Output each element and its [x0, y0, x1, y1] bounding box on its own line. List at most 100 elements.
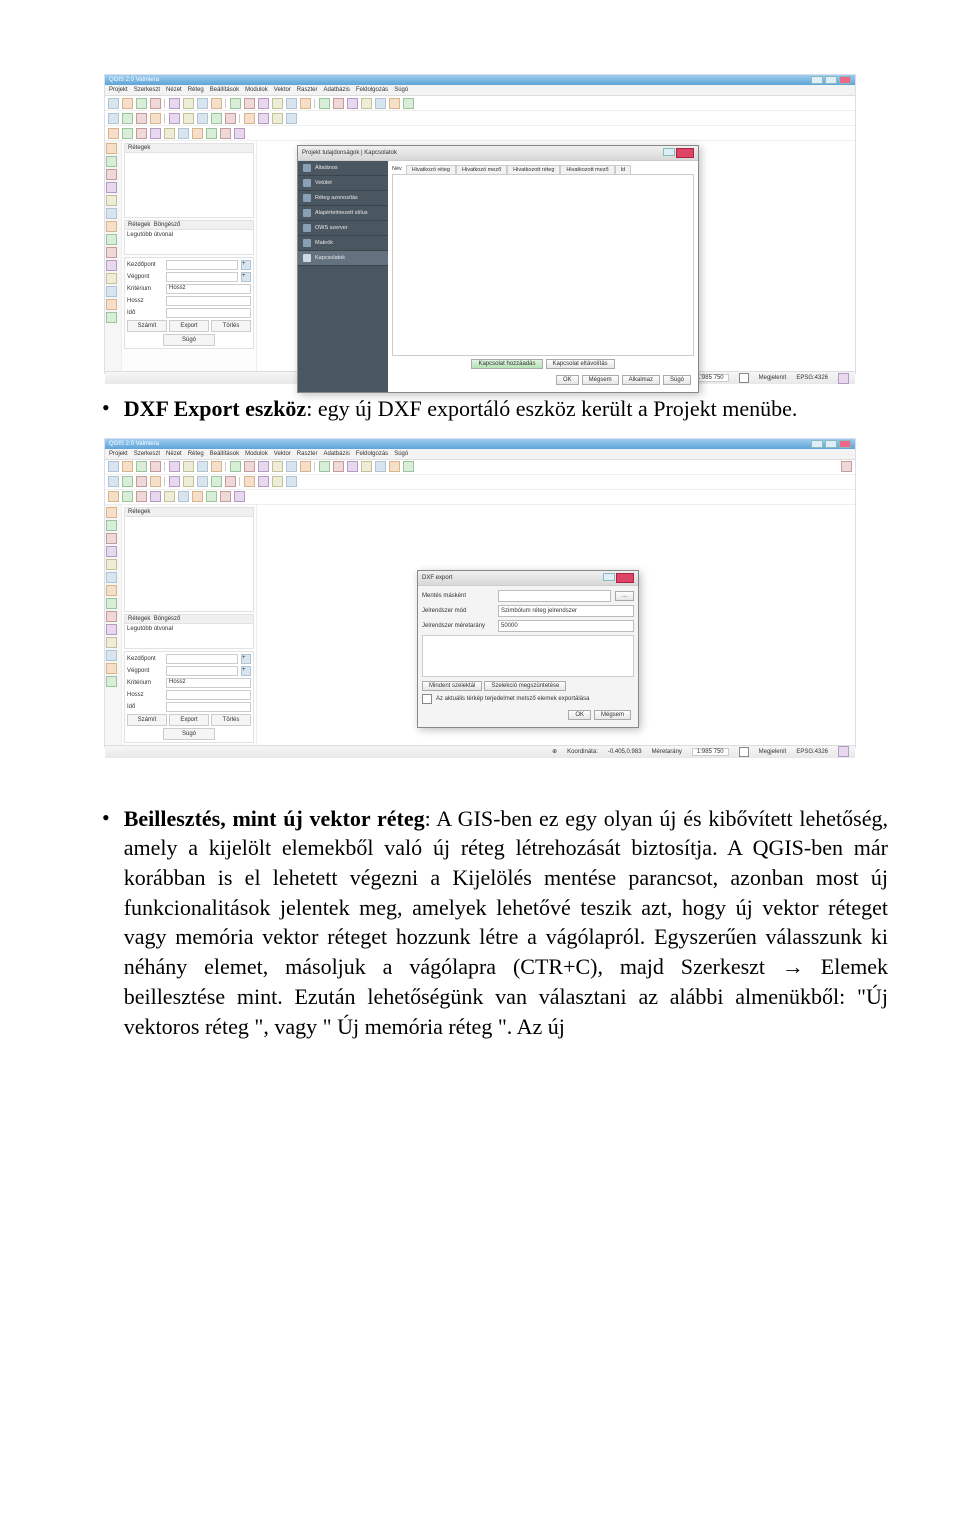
toolbar-icon[interactable]	[225, 113, 236, 124]
toolbar-icon[interactable]	[150, 128, 161, 139]
scale-value[interactable]: 1:985 750	[692, 748, 729, 756]
add-wms-icon[interactable]	[106, 546, 117, 557]
toolbar-icon[interactable]	[272, 113, 283, 124]
toolbar-icon[interactable]	[347, 461, 358, 472]
toolbar-icon[interactable]	[164, 128, 175, 139]
toolbar-icon[interactable]	[230, 461, 241, 472]
start-input[interactable]	[166, 654, 238, 664]
menu-item[interactable]: Feldolgozás	[356, 451, 388, 457]
toolbar-icon[interactable]	[136, 476, 147, 487]
help-icon[interactable]	[841, 461, 852, 472]
toolbar-icon[interactable]	[150, 491, 161, 502]
toolbar-icon[interactable]	[211, 461, 222, 472]
crs-value[interactable]: EPSG:4326	[796, 749, 828, 755]
toolbar-icon[interactable]	[258, 476, 269, 487]
menu-item[interactable]: Súgó	[394, 451, 408, 457]
menu-item[interactable]: Nézet	[166, 451, 182, 457]
criteria-select[interactable]: Hossz	[166, 284, 251, 294]
toolbar-icon[interactable]	[150, 461, 161, 472]
tool-icon[interactable]	[106, 312, 117, 323]
add-csv-icon[interactable]	[106, 208, 117, 219]
add-raster-icon[interactable]	[106, 156, 117, 167]
toolbar-icon[interactable]	[361, 461, 372, 472]
menu-item[interactable]: Beállítások	[210, 87, 239, 93]
browser-tab[interactable]: Böngésző	[154, 616, 181, 622]
map-canvas[interactable]: Projekt tulajdonságok | Kapcsolatok Álta…	[257, 141, 855, 371]
new-layer-icon[interactable]	[106, 585, 117, 596]
menu-item[interactable]: Szerkeszt	[134, 451, 160, 457]
toolbar-icon[interactable]	[319, 98, 330, 109]
ok-button[interactable]: OK	[556, 375, 579, 385]
menu-item[interactable]: Beállítások	[210, 451, 239, 457]
ok-button[interactable]: OK	[568, 710, 591, 720]
column-header[interactable]: Id	[615, 165, 632, 174]
menubar[interactable]: Projekt Szerkeszt Nézet Réteg Beállításo…	[105, 449, 855, 460]
toolbar-icon[interactable]	[211, 98, 222, 109]
menu-item[interactable]: Adatbázis	[323, 87, 349, 93]
menu-item[interactable]: Projekt	[109, 87, 128, 93]
calc-button[interactable]: Számít	[127, 320, 167, 332]
toolbar-icon[interactable]	[258, 113, 269, 124]
toolbar-icon[interactable]	[225, 476, 236, 487]
toolbar-icon[interactable]	[108, 98, 119, 109]
tool-icon[interactable]	[106, 611, 117, 622]
side-item-crs[interactable]: Vetület	[298, 176, 388, 191]
toolbar-icon[interactable]	[178, 491, 189, 502]
layers-tab[interactable]: Rétegek	[128, 222, 150, 228]
toolbar-icon[interactable]	[300, 98, 311, 109]
toolbar-icon[interactable]	[403, 98, 414, 109]
toolbar-icon[interactable]	[319, 461, 330, 472]
toolbar-icon[interactable]	[183, 113, 194, 124]
help-button[interactable]: Súgó	[163, 334, 215, 346]
toolbar-icon[interactable]	[244, 461, 255, 472]
tool-icon[interactable]	[106, 273, 117, 284]
side-item-macros[interactable]: Makrók	[298, 236, 388, 251]
add-db-icon[interactable]	[106, 533, 117, 544]
menu-item[interactable]: Súgó	[394, 87, 408, 93]
menu-item[interactable]: Vektor	[274, 451, 291, 457]
toolbar-icon[interactable]	[206, 491, 217, 502]
side-item-general[interactable]: Általános	[298, 161, 388, 176]
new-layer-icon[interactable]	[106, 221, 117, 232]
toolbar-icon[interactable]	[211, 476, 222, 487]
tool-icon[interactable]	[106, 260, 117, 271]
add-raster-icon[interactable]	[106, 520, 117, 531]
maximize-icon[interactable]	[825, 76, 837, 84]
relations-table[interactable]	[392, 174, 694, 356]
side-item-relations[interactable]: Kapcsolatok	[298, 251, 388, 266]
menu-item[interactable]: Adatbázis	[323, 451, 349, 457]
toolbar-icon[interactable]	[183, 461, 194, 472]
cancel-button[interactable]: Mégsem	[582, 375, 619, 385]
toolbar-icon[interactable]	[197, 461, 208, 472]
toolbar-icon[interactable]	[258, 461, 269, 472]
toolbar-icon[interactable]	[108, 113, 119, 124]
toolbar-icon[interactable]	[286, 113, 297, 124]
export-button[interactable]: Export	[169, 320, 209, 332]
layer-list[interactable]	[422, 635, 634, 677]
toolbar-icon[interactable]	[164, 491, 175, 502]
criteria-select[interactable]: Hossz	[166, 678, 251, 688]
toolbar-icon[interactable]	[234, 128, 245, 139]
toolbar-icon[interactable]	[361, 98, 372, 109]
tool-icon[interactable]	[106, 650, 117, 661]
end-input[interactable]	[166, 272, 238, 282]
column-header[interactable]: Hivatkozott mező	[560, 165, 614, 174]
toolbar-icon[interactable]	[108, 476, 119, 487]
toolbar-icon[interactable]	[183, 476, 194, 487]
unselect-button[interactable]: Szelekció megszüntetése	[484, 681, 566, 691]
dialog-help-icon[interactable]	[663, 148, 675, 156]
toolbar-icon[interactable]	[122, 98, 133, 109]
add-vector-icon[interactable]	[106, 143, 117, 154]
render-checkbox[interactable]	[739, 373, 749, 383]
menu-item[interactable]: Raszter	[297, 87, 318, 93]
toolbar-icon[interactable]	[286, 461, 297, 472]
toolbar-icon[interactable]	[333, 98, 344, 109]
toolbar-icon[interactable]	[206, 128, 217, 139]
add-icon[interactable]: +	[241, 654, 251, 664]
add-wfs-icon[interactable]	[106, 195, 117, 206]
map-canvas[interactable]: DXF export Mentés másként ... Jelrendsze…	[257, 505, 855, 745]
add-relation-button[interactable]: Kapcsolat hozzáadás	[471, 359, 542, 369]
tool-icon[interactable]	[106, 598, 117, 609]
export-button[interactable]: Export	[169, 714, 209, 726]
toolbar-icon[interactable]	[183, 98, 194, 109]
